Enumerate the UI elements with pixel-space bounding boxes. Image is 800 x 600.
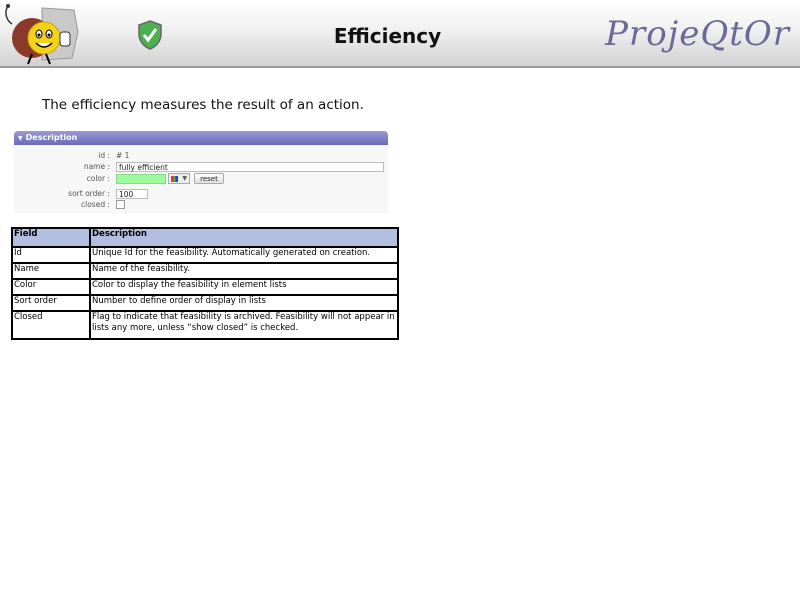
column-header-field: Field xyxy=(11,227,91,248)
color-swatch[interactable] xyxy=(116,174,166,184)
intro-text: The efficiency measures the result of an… xyxy=(42,97,364,113)
description-panel-screenshot: ▼ Description id : # 1 name : fully effic… xyxy=(14,131,388,213)
field-description-cell: Flag to indicate that feasibility is arc… xyxy=(89,310,399,340)
sort-order-field[interactable]: 100 xyxy=(116,189,148,199)
field-name-cell: Sort order xyxy=(11,294,91,312)
palette-icon xyxy=(171,176,178,182)
field-description-cell: Unique Id for the feasibility. Automatic… xyxy=(89,246,399,264)
app-header: Efficiency ProjeQtOr xyxy=(0,0,800,68)
table-row: Color Color to display the feasibility i… xyxy=(11,278,399,296)
name-label: name : xyxy=(83,162,110,171)
fields-table: Field Description Id Unique Id for the f… xyxy=(11,227,399,340)
table-header-row: Field Description xyxy=(11,227,399,248)
color-picker-button[interactable]: ▼ xyxy=(168,173,190,184)
field-description-cell: Name of the feasibility. xyxy=(89,262,399,280)
closed-label: closed : xyxy=(81,200,110,209)
collapse-triangle-icon: ▼ xyxy=(18,135,23,142)
closed-checkbox[interactable] xyxy=(116,200,125,209)
column-header-description: Description xyxy=(89,227,399,248)
table-row: Sort order Number to define order of dis… xyxy=(11,294,399,312)
color-row: color : ▼ reset xyxy=(14,173,388,185)
name-row: name : fully efficient xyxy=(14,161,388,173)
closed-row: closed : xyxy=(14,199,388,211)
table-row: Closed Flag to indicate that feasibility… xyxy=(11,310,399,340)
field-description-cell: Color to display the feasibility in elem… xyxy=(89,278,399,296)
brand-name: ProjeQtOr xyxy=(605,14,790,54)
field-name-cell: Id xyxy=(11,246,91,264)
table-row: Id Unique Id for the feasibility. Automa… xyxy=(11,246,399,264)
name-field[interactable]: fully efficient xyxy=(116,162,384,172)
field-description-cell: Number to define order of display in lis… xyxy=(89,294,399,312)
color-label: color : xyxy=(86,174,110,183)
field-name-cell: Closed xyxy=(11,310,91,340)
field-name-cell: Color xyxy=(11,278,91,296)
description-panel-header: ▼ Description xyxy=(14,131,388,145)
panel-title: Description xyxy=(25,133,78,142)
table-row: Name Name of the feasibility. xyxy=(11,262,399,280)
reset-button[interactable]: reset xyxy=(194,173,224,184)
field-name-cell: Name xyxy=(11,262,91,280)
